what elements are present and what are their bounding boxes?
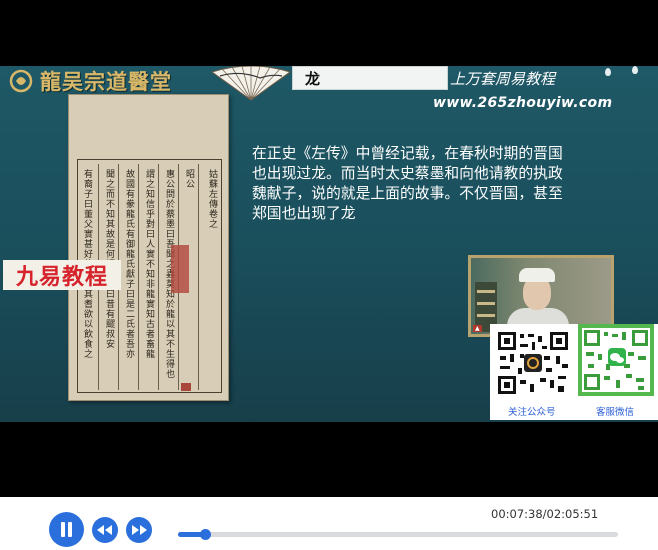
qr-panel: 关注公众号 客服微信 xyxy=(490,324,658,420)
time-readout: 00:07:38/02:05:51 xyxy=(491,507,599,521)
video-player[interactable]: 龍吴宗道醫堂 龙 上万套周易教程 www.265zhouyiw.com 姑蘇左傳… xyxy=(0,0,658,550)
book-rule xyxy=(138,164,139,390)
fast-forward-button[interactable] xyxy=(126,517,152,543)
site-url: www.265zhouyiw.com xyxy=(433,95,613,111)
narration-text: 在正史《左传》中曾经记载，在春秋时期的晋国也出现过龙。而当时太史蔡墨和向他请教的… xyxy=(252,145,563,222)
book-seal xyxy=(181,383,191,391)
slide-title-box: 龙 xyxy=(292,66,448,90)
presenter-hat xyxy=(519,268,555,282)
rewind-icon xyxy=(97,525,112,535)
book-column-text: 故國有豢龍氏有御龍氏獻子曰是二氏者吾亦 xyxy=(126,170,136,360)
fast-forward-icon xyxy=(132,525,147,535)
book-red-stamp xyxy=(171,245,189,293)
book-column-text: 昭公 xyxy=(186,170,196,190)
video-frame[interactable]: 龍吴宗道醫堂 龙 上万套周易教程 www.265zhouyiw.com 姑蘇左傳… xyxy=(0,66,658,422)
slide-title: 龙 xyxy=(305,69,321,88)
camera-badge: ▲ xyxy=(473,325,482,332)
pause-icon xyxy=(61,522,72,537)
tagline: 上万套周易教程 xyxy=(450,70,556,88)
watermark: 九易教程 xyxy=(3,260,121,290)
qr-code-service-wechat[interactable] xyxy=(578,324,654,396)
pause-button[interactable] xyxy=(49,512,84,547)
book-rule xyxy=(198,164,199,390)
qr-caption-official-account: 关注公众号 xyxy=(508,407,556,418)
qr-caption-service-wechat: 客服微信 xyxy=(596,407,635,418)
drop-decoration xyxy=(632,66,638,74)
antique-book-page: 姑蘇左傳卷之 昭公 惠公問於蔡墨曰吾聞之蟲莫知於龍以其不生得也 謂之知信乎對曰人… xyxy=(68,94,229,401)
drop-decoration xyxy=(605,68,611,76)
brand-name: 龍吴宗道醫堂 xyxy=(40,69,172,94)
book-rule xyxy=(158,164,159,390)
progress-knob[interactable] xyxy=(199,529,211,540)
book-column-text: 姑蘇左傳卷之 xyxy=(209,170,219,230)
progress-track[interactable] xyxy=(178,529,618,540)
brand: 龍吴宗道醫堂 xyxy=(8,68,172,94)
brand-logo-icon xyxy=(9,69,33,93)
book-column-text: 謂之知信乎對曰人實不知非龍實知古者畜龍 xyxy=(146,170,156,360)
rewind-button[interactable] xyxy=(92,517,118,543)
player-controls: 00:07:38/02:05:51 xyxy=(0,497,658,550)
watermark-text: 九易教程 xyxy=(15,265,108,290)
qr-code-official-account[interactable] xyxy=(496,330,570,396)
